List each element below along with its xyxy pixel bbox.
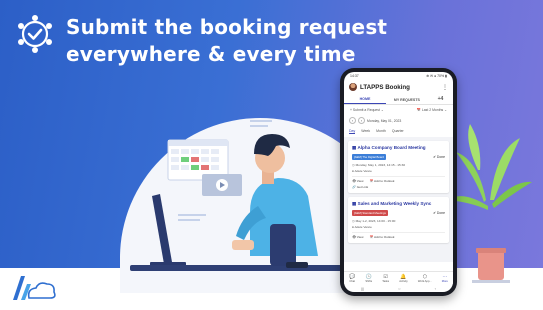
tab-my-requests[interactable]: MY REQUESTS <box>386 98 428 104</box>
booking-card[interactable]: ▦ Alpha Company Board Meeting [AEM] The … <box>348 141 449 193</box>
view-week[interactable]: Week <box>361 129 370 134</box>
monitor-illustration <box>150 194 186 267</box>
request-toolbar: + Submit a Request ⌄ 📅 Last 2 Months ⌄ <box>344 105 453 115</box>
booking-time: ◷ Monday, May 1, 2023, 14:15 - 15:30 <box>352 163 406 167</box>
booking-title[interactable]: ▦ Sales and Marketing Weekly Sync <box>352 201 445 207</box>
current-date: Monday, May 01, 2023 <box>367 118 402 123</box>
avatar[interactable] <box>349 83 357 91</box>
hero-banner: Submit the booking request everywhere & … <box>0 0 543 310</box>
get-link-button[interactable]: 🔗 Get Link <box>352 185 445 189</box>
view-quarter[interactable]: Quarter <box>392 129 404 134</box>
view-button[interactable]: 👁 View <box>352 235 363 239</box>
status-bar: 14:37 ⊕ ✉ ● 70% ▮ <box>344 72 453 80</box>
nav-work-app[interactable]: ⬡ Work App... <box>418 274 432 283</box>
chevron-left-icon[interactable]: ‹ <box>349 117 356 124</box>
brand-logo-icon <box>13 276 56 300</box>
nav-activity[interactable]: 🔔 Activity <box>399 274 408 283</box>
recents-icon[interactable]: ||| <box>361 286 364 291</box>
video-panel-illustration <box>202 174 242 196</box>
nav-chat[interactable]: 💬 Chat <box>349 274 355 283</box>
view-switcher: Day Week Month Quarter <box>344 126 453 137</box>
more-options-icon[interactable]: ⋮ <box>442 84 448 91</box>
status-icons: ⊕ ✉ ● 70% ▮ <box>426 74 447 78</box>
bottom-nav: 💬 Chat 🕓 Shifts ☑ Tasks 🔔 Activity ⬡ Wor… <box>344 271 453 284</box>
booking-card[interactable]: ▦ Sales and Marketing Weekly Sync [AEM] … <box>348 197 449 243</box>
back-icon[interactable]: ‹ <box>435 286 436 291</box>
view-month[interactable]: Month <box>376 129 386 134</box>
phone-mockup: 14:37 ⊕ ✉ ● 70% ▮ LTAPPS Booking ⋮ HOME … <box>340 68 457 296</box>
phone-screen: 14:37 ⊕ ✉ ● 70% ▮ LTAPPS Booking ⋮ HOME … <box>344 72 453 292</box>
booking-owner: ● Adele Vance <box>352 225 372 229</box>
person-illustration <box>232 134 318 268</box>
status-badge: ✔ Done <box>433 211 445 215</box>
booking-owner: ● Adele Vance <box>352 169 372 173</box>
system-nav-bar: ||| ○ ‹ <box>344 284 453 292</box>
tab-home[interactable]: HOME <box>344 97 386 104</box>
nav-tasks[interactable]: ☑ Tasks <box>382 274 389 283</box>
view-day[interactable]: Day <box>349 129 356 134</box>
date-navigator: ‹ › Monday, May 01, 2023 <box>344 115 453 126</box>
illustration <box>130 120 532 283</box>
date-range-dropdown[interactable]: 📅 Last 2 Months ⌄ <box>417 108 447 112</box>
room-tag: [AEM] Standard Meetings <box>352 210 388 216</box>
booking-list: ▦ Alpha Company Board Meeting [AEM] The … <box>344 137 453 262</box>
tab-bar: HOME MY REQUESTS +4 <box>344 94 453 105</box>
room-tag: [AEM] The Digital Board <box>352 154 386 160</box>
status-badge: ✔ Done <box>433 155 445 159</box>
booking-title[interactable]: ▦ Alpha Company Board Meeting <box>352 145 445 151</box>
home-icon[interactable]: ○ <box>398 286 400 291</box>
app-title: LTAPPS Booking <box>360 83 410 91</box>
add-to-outlook-button[interactable]: 📅 Add to Outlook <box>369 179 394 183</box>
chevron-right-icon[interactable]: › <box>358 117 365 124</box>
app-bar: LTAPPS Booking ⋮ <box>344 80 453 94</box>
plant-illustration <box>448 124 532 283</box>
add-to-outlook-button[interactable]: 📅 Add to Outlook <box>369 235 394 239</box>
tab-more[interactable]: +4 <box>428 96 453 104</box>
nav-more[interactable]: ⋯ More <box>442 274 448 283</box>
submit-request-button[interactable]: + Submit a Request ⌄ <box>350 108 384 112</box>
view-button[interactable]: 👁 View <box>352 179 363 183</box>
status-time: 14:37 <box>350 74 359 78</box>
nav-shifts[interactable]: 🕓 Shifts <box>365 274 372 283</box>
booking-time: ◷ May 1-2, 2023, 14:00 - 15:00 <box>352 219 396 223</box>
